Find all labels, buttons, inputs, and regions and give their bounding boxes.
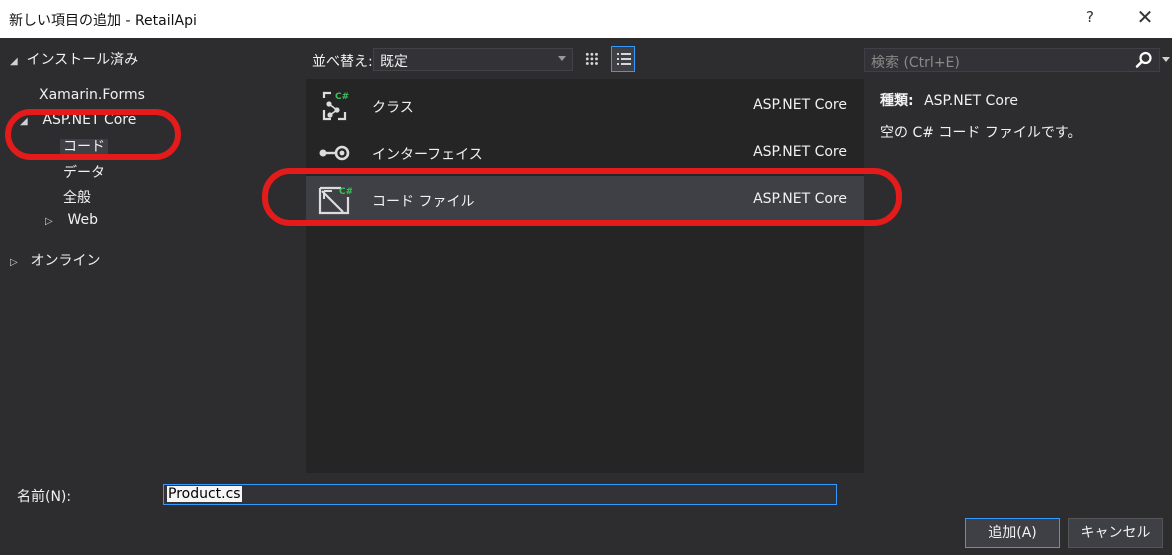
tree-node-label: データ — [63, 165, 105, 181]
template-item-category: ASP.NET Core — [753, 97, 847, 113]
tree-node-label: 全般 — [63, 190, 91, 206]
tree-node-data[interactable]: データ — [63, 162, 105, 182]
template-type-value: ASP.NET Core — [924, 93, 1018, 109]
small-icons-view-button[interactable] — [580, 46, 604, 72]
tree-node-online[interactable]: ▷ オンライン — [10, 250, 100, 270]
collapsed-triangle-icon[interactable]: ▷ — [45, 216, 57, 227]
tree-node-label: Web — [67, 212, 98, 228]
template-category-tree: ◢ インストール済み Xamarin.Forms ◢ ASP.NET Core … — [0, 40, 300, 474]
template-item-name: コード ファイル — [372, 194, 475, 210]
template-item-code-file[interactable]: C# コード ファイル ASP.NET Core — [306, 176, 864, 222]
grid-view-icon — [585, 52, 599, 66]
search-icon[interactable] — [1133, 50, 1155, 70]
list-view-icon — [617, 53, 631, 65]
tree-node-code[interactable]: コード — [60, 136, 108, 156]
sort-dropdown-value: 既定 — [380, 54, 408, 70]
chevron-down-icon — [558, 56, 566, 61]
template-list: C# クラス ASP.NET Core インターフェイス ASP.NET Cor… — [306, 79, 864, 473]
template-item-interface[interactable]: インターフェイス ASP.NET Core — [306, 129, 864, 175]
tree-node-aspnet-core[interactable]: ◢ ASP.NET Core — [20, 112, 136, 128]
csharp-class-icon: C# — [316, 88, 352, 124]
help-button[interactable]: ? — [1080, 8, 1100, 26]
title-bar: 新しい項目の追加 - RetailApi ? ✕ — [0, 0, 1172, 38]
interface-icon — [316, 135, 352, 171]
template-item-category: ASP.NET Core — [753, 191, 847, 207]
tree-node-installed[interactable]: ◢ インストール済み — [10, 49, 138, 69]
add-button[interactable]: 追加(A) — [965, 518, 1060, 548]
search-box[interactable]: 検索 (Ctrl+E) — [864, 48, 1160, 72]
window-title: 新しい項目の追加 - RetailApi — [9, 13, 197, 29]
template-description: 空の C# コード ファイルです。 — [880, 125, 1082, 141]
tree-node-general[interactable]: 全般 — [63, 187, 91, 207]
collapsed-triangle-icon[interactable]: ▷ — [10, 257, 22, 268]
tree-node-label: Xamarin.Forms — [39, 87, 145, 103]
tree-node-label: インストール済み — [26, 52, 139, 68]
cancel-button[interactable]: キャンセル — [1068, 518, 1163, 548]
tree-node-xamarin-forms[interactable]: Xamarin.Forms — [39, 87, 145, 103]
tree-node-label: オンライン — [30, 253, 101, 269]
name-input[interactable]: Product.cs — [163, 484, 837, 505]
name-input-value: Product.cs — [167, 486, 242, 502]
expanded-triangle-icon[interactable]: ◢ — [10, 56, 22, 67]
template-item-name: インターフェイス — [372, 147, 483, 163]
search-options-chevron-icon[interactable] — [1162, 57, 1170, 62]
template-details: 種類: ASP.NET Core 空の C# コード ファイルです。 — [880, 90, 1160, 142]
tree-node-label: コード — [60, 139, 108, 155]
template-item-category: ASP.NET Core — [753, 144, 847, 160]
template-item-class[interactable]: C# クラス ASP.NET Core — [306, 82, 864, 128]
name-label: 名前(N): — [17, 489, 72, 505]
csharp-code-file-icon: C# — [316, 182, 353, 218]
tree-node-label: ASP.NET Core — [42, 112, 137, 128]
close-button[interactable]: ✕ — [1134, 5, 1156, 29]
template-type-key: 種類: — [880, 93, 914, 109]
template-item-name: クラス — [372, 100, 414, 116]
expanded-triangle-icon[interactable]: ◢ — [20, 116, 32, 127]
sort-label: 並べ替え: — [312, 54, 373, 70]
template-type-row: 種類: ASP.NET Core — [880, 90, 1160, 110]
tree-node-web[interactable]: ▷ Web — [45, 212, 98, 228]
list-view-button[interactable] — [611, 46, 635, 72]
sort-dropdown[interactable]: 既定 — [373, 48, 573, 71]
svg-text:C#: C# — [335, 92, 349, 102]
svg-text:C#: C# — [339, 187, 352, 197]
search-input[interactable]: 検索 (Ctrl+E) — [871, 52, 960, 72]
